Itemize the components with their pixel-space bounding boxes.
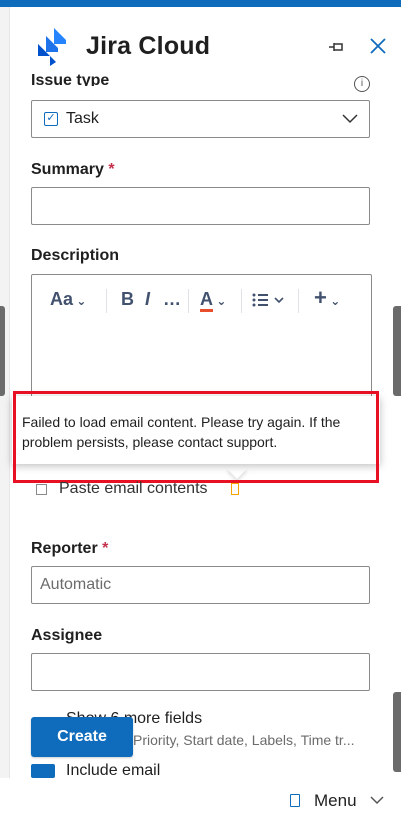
summary-input[interactable] [31, 187, 370, 225]
app-header: Jira Cloud [30, 24, 390, 70]
description-label: Description [31, 247, 120, 264]
jira-logo-icon [38, 28, 66, 66]
scrollbar-thumb-lower[interactable] [393, 692, 401, 772]
reporter-label: Reporter * [31, 540, 109, 557]
reporter-placeholder: Automatic [40, 576, 112, 593]
paste-email-label: Paste email contents [59, 480, 208, 497]
more-formatting-button[interactable]: … [163, 289, 181, 310]
issue-type-label: Issue type [31, 72, 110, 86]
toolbar-divider [106, 289, 107, 313]
italic-button[interactable]: I [145, 289, 150, 310]
text-color-button[interactable]: A ⌄ [200, 289, 226, 312]
assignee-label: Assignee [31, 627, 103, 644]
footer-bar: Menu [0, 778, 401, 824]
assignee-input[interactable] [31, 653, 370, 691]
scrollbar-thumb[interactable] [393, 306, 401, 396]
toolbar-divider [188, 289, 189, 313]
chevron-down-icon [342, 114, 358, 124]
close-icon[interactable] [368, 36, 388, 56]
pin-icon[interactable] [326, 36, 348, 58]
left-panel-edge [0, 7, 10, 824]
reporter-input[interactable]: Automatic [31, 566, 370, 604]
insert-button[interactable]: + ⌄ [314, 285, 340, 311]
toolbar-divider [241, 289, 242, 313]
left-scroll-handle[interactable] [0, 306, 5, 396]
top-accent-bar [0, 0, 401, 7]
paste-checkbox[interactable] [36, 484, 47, 495]
chevron-down-icon[interactable] [369, 794, 385, 806]
toolbar-divider [298, 289, 299, 313]
more-fields-summary: Priority, Start date, Labels, Time tr... [133, 732, 355, 748]
error-highlight-outline [13, 391, 379, 483]
issue-type-select[interactable]: ✓ Task [31, 100, 370, 138]
warning-icon [231, 483, 239, 495]
info-icon[interactable]: i [354, 76, 370, 92]
list-icon[interactable] [252, 292, 286, 308]
menu-button[interactable]: Menu [314, 791, 357, 811]
task-checkbox-icon: ✓ [44, 112, 58, 126]
app-title: Jira Cloud [86, 32, 211, 60]
summary-label: Summary * [31, 161, 115, 178]
include-email-label: Include email [66, 762, 161, 776]
create-button[interactable]: Create [31, 717, 133, 757]
menu-page-icon [290, 794, 300, 807]
issue-type-value: Task [66, 110, 99, 127]
bold-button[interactable]: B [121, 289, 134, 310]
text-style-button[interactable]: Aa ⌄ [50, 289, 86, 310]
include-email-checkbox[interactable] [31, 764, 55, 778]
